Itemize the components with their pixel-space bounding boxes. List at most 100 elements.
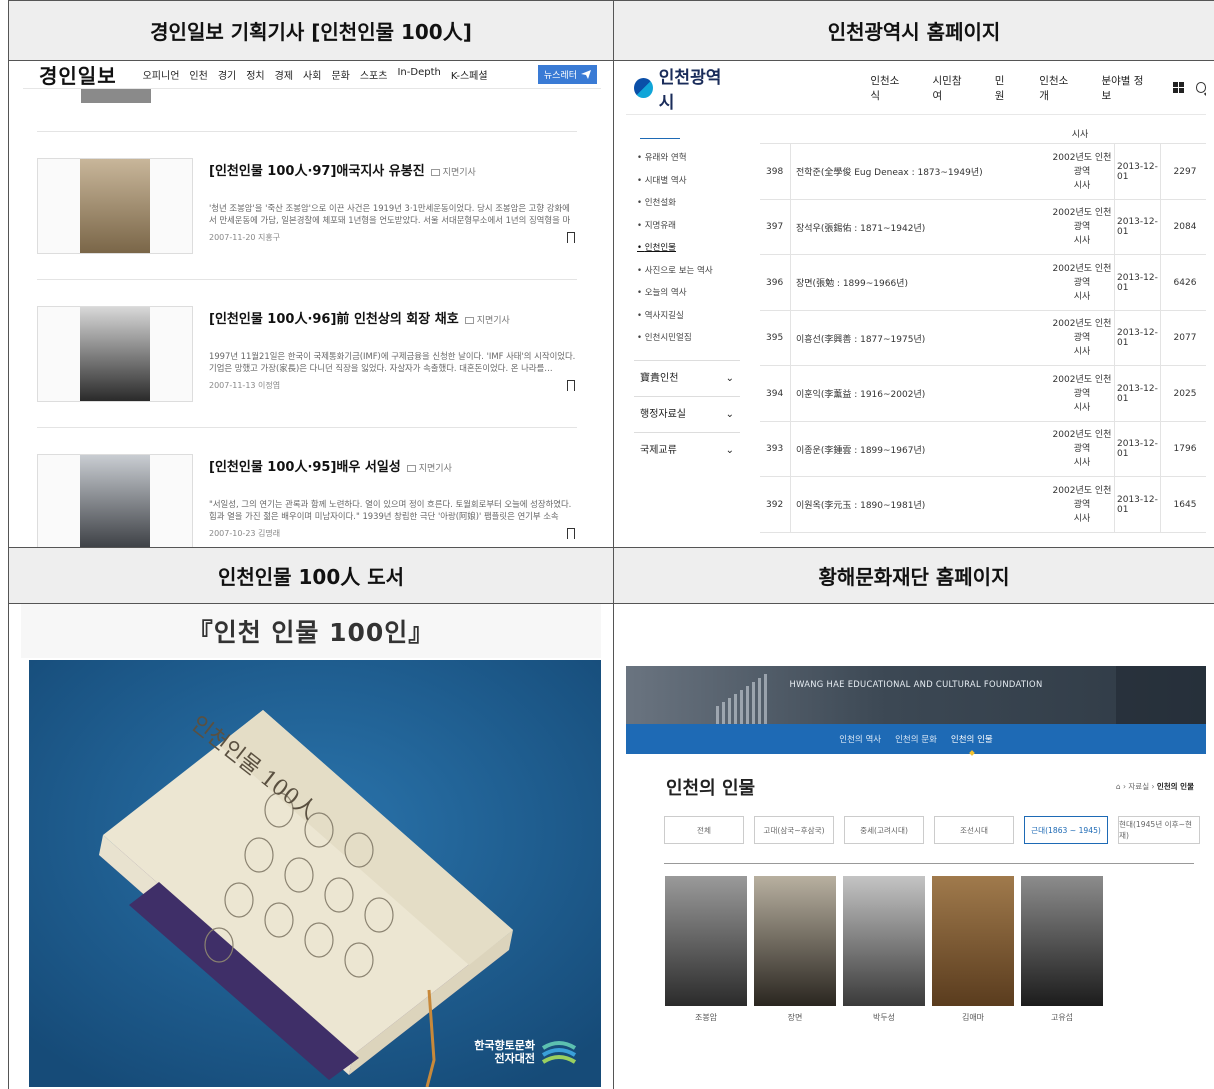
hwanghae-tabs: 인천의 역사 인천의 문화 인천의 인물 xyxy=(626,724,1206,754)
hwanghae-tab[interactable]: 인천의 인물 xyxy=(951,733,993,745)
article-thumbnail[interactable] xyxy=(37,306,193,402)
sidebar-sub-item[interactable]: • 시대별 역사 xyxy=(634,170,740,193)
breadcrumb-item[interactable]: 자료실 xyxy=(1128,782,1149,791)
table-row[interactable]: 392 이원옥(李元玉 : 1890~1981년) 2013-12-01 1645 20… xyxy=(760,477,1206,533)
kyeongin-menu-item[interactable]: 문화 xyxy=(331,67,349,82)
table-cell-name[interactable]: 이흥선(李興善 : 1877~1975년) xyxy=(796,311,1056,367)
sidebar-sub-item[interactable]: • 인천시민얼짐 xyxy=(634,327,740,350)
table-row[interactable]: 396 장면(張勉 : 1899~1966년) 2013-12-01 6426 2002… xyxy=(760,255,1206,311)
person-photo[interactable] xyxy=(843,876,925,1006)
sidebar-sub-item[interactable]: • 인천인물 xyxy=(634,237,740,260)
sidebar-section[interactable]: 국제교류 ⌄ xyxy=(634,431,740,468)
incheon-menu-item[interactable]: 시민참여 xyxy=(933,73,968,103)
bookmark-icon[interactable] xyxy=(567,232,575,243)
table-row[interactable]: 394 이훈익(李薰益 : 1916~2002년) 2013-12-01 2025 20… xyxy=(760,366,1206,422)
sidebar-sub-label: 인천시민얼짐 xyxy=(644,333,692,343)
incheon-logo[interactable]: 인천광역시 xyxy=(634,63,732,113)
table-cell-name[interactable]: 이원옥(李元玉 : 1890~1981년) xyxy=(796,477,1056,533)
dept-line: 2002년도 인천광역 xyxy=(1052,430,1112,455)
newsletter-button[interactable]: 뉴스레터 xyxy=(537,65,597,84)
banner-chart-graphic xyxy=(716,666,1206,724)
era-filter-button[interactable]: 현대(1945년 이후~현재) xyxy=(1118,816,1200,844)
era-filter-button[interactable]: 전체 xyxy=(664,816,744,844)
table-cell-number: 394 xyxy=(766,388,784,399)
table-cell-name[interactable]: 장면(張勉 : 1899~1966년) xyxy=(796,255,1056,311)
column-divider xyxy=(1114,477,1115,533)
incheon-menu-item[interactable]: 분야별 정보 xyxy=(1101,73,1148,103)
table-cell-name[interactable]: 이종운(李鍾雲 : 1899~1967년) xyxy=(796,422,1056,478)
kyeongin-menu-item[interactable]: 경기 xyxy=(218,67,236,82)
table-cell-views: 1796 xyxy=(1173,444,1197,455)
incheon-menu-item[interactable]: 인천소개 xyxy=(1039,73,1074,103)
sidebar-sub-item[interactable]: • 사진으로 보는 역사 xyxy=(634,260,740,283)
kyeongin-menu-item[interactable]: K-스페셜 xyxy=(451,67,488,82)
table-cell-name[interactable]: 이훈익(李薰益 : 1916~2002년) xyxy=(796,366,1056,422)
article-thumbnail[interactable] xyxy=(37,158,193,254)
incheon-menu-item[interactable]: 민원 xyxy=(995,73,1013,103)
person-card[interactable]: 고유섭 xyxy=(1021,876,1103,1023)
person-name[interactable]: 박두성 xyxy=(843,1012,925,1023)
article-title[interactable]: [인천인물 100人·96]前 인천상의 회장 채호 지면기사 xyxy=(209,308,510,327)
chevron-down-icon: ⌄ xyxy=(725,444,734,456)
kyeongin-menu-item[interactable]: 사회 xyxy=(303,67,321,82)
table-cell-name[interactable]: 장석우(張錫佑 : 1871~1942년) xyxy=(796,200,1056,256)
article-thumbnail[interactable] xyxy=(37,454,193,547)
table-cell-date: 2013-12-01 xyxy=(1117,383,1158,404)
person-photo[interactable] xyxy=(665,876,747,1006)
sidebar-sub-item[interactable]: • 인천설화 xyxy=(634,192,740,215)
person-card[interactable]: 김애마 xyxy=(932,876,1014,1023)
table-row[interactable]: 398 전학준(全學俊 Eug Deneax : 1873~1949년) 2013-… xyxy=(760,144,1206,200)
sidebar-sub-item[interactable]: • 지명유래 xyxy=(634,215,740,238)
kyeongin-menu-item[interactable]: 스포츠 xyxy=(360,67,388,82)
article-item[interactable]: [인천인물 100人·95]배우 서일성 지면기사 "서일성, 그의 연기는 관록과… xyxy=(37,427,577,547)
kyeongin-menu-item[interactable]: 경제 xyxy=(275,67,293,82)
incheon-city-cell: 인천광역시 인천소식 시민참여 민원 인천소개 분야별 정보 • 유래와 연혁 • 시대별… xyxy=(614,61,1214,548)
table-row[interactable]: 395 이흥선(李興善 : 1877~1975년) 2013-12-01 2077 20… xyxy=(760,310,1206,367)
article-title[interactable]: [인천인물 100人·95]배우 서일성 지면기사 xyxy=(209,456,452,475)
person-card[interactable]: 박두성 xyxy=(843,876,925,1023)
sidebar-sub-item[interactable]: • 유래와 연혁 xyxy=(634,147,740,170)
search-icon[interactable] xyxy=(1195,82,1206,93)
person-card[interactable]: 조봉암 xyxy=(665,876,747,1023)
person-name[interactable]: 장면 xyxy=(754,1012,836,1023)
column-divider xyxy=(1160,366,1161,422)
kyeongin-menu-item[interactable]: In-Depth xyxy=(397,67,440,82)
article-item[interactable]: [인천인물 100人·96]前 인천상의 회장 채호 지면기사 1997년 11월2… xyxy=(37,279,577,427)
person-name[interactable]: 김애마 xyxy=(932,1012,1014,1023)
kyeongin-menu-item[interactable]: 정치 xyxy=(246,67,264,82)
sidebar-section[interactable]: 寶貴인천 ⌄ xyxy=(634,359,740,396)
table-row[interactable]: 397 장석우(張錫佑 : 1871~1942년) 2013-12-01 2084 20… xyxy=(760,199,1206,256)
bookmark-icon[interactable] xyxy=(567,380,575,391)
person-photo[interactable] xyxy=(754,876,836,1006)
home-icon[interactable]: ⌂ xyxy=(1116,782,1121,791)
kyeongin-menu-item[interactable]: 인천 xyxy=(189,67,207,82)
hwanghae-tab[interactable]: 인천의 문화 xyxy=(895,733,937,745)
article-item[interactable]: [인천인물 100人·97]애국지사 유봉진 지면기사 '청년 조봉암'을 '죽산 … xyxy=(37,131,577,279)
kyeongin-menu-item[interactable]: 오피니언 xyxy=(143,67,180,82)
person-name[interactable]: 조봉암 xyxy=(665,1012,747,1023)
table-cell-name[interactable]: 전학준(全學俊 Eug Deneax : 1873~1949년) xyxy=(796,144,1056,200)
document-icon xyxy=(464,317,474,324)
sidebar-sub-list: • 유래와 연혁 • 시대별 역사 • 인천설화 • 지명유래 • 인천인물 • 사진으로… xyxy=(634,139,740,360)
person-card[interactable]: 장면 xyxy=(754,876,836,1023)
sidebar-section[interactable]: 행정자료실 ⌄ xyxy=(634,395,740,432)
table-row[interactable]: 393 이종운(李鍾雲 : 1899~1967년) 2013-12-01 1796 20… xyxy=(760,421,1206,478)
person-photo[interactable] xyxy=(1021,876,1103,1006)
sidebar-sub-item[interactable]: • 역사지길실 xyxy=(634,305,740,328)
bookmark-icon[interactable] xyxy=(567,528,575,539)
hwanghae-tab[interactable]: 인천의 역사 xyxy=(839,733,881,745)
era-filter: 전체 고대(삼국~후삼국) 중세(고려시대) 조선시대 근대(1863 ~ 1945) 현… xyxy=(664,816,1200,844)
dept-line: 2002년도 인천광역 xyxy=(1052,263,1112,288)
kyeongin-logo[interactable]: 경인일보 xyxy=(39,61,117,89)
article-title[interactable]: [인천인물 100人·97]애국지사 유봉진 지면기사 xyxy=(209,160,476,179)
person-photo[interactable] xyxy=(932,876,1014,1006)
sidebar-sub-item[interactable]: • 오늘의 역사 xyxy=(634,282,740,305)
era-filter-button[interactable]: 중세(고려시대) xyxy=(844,816,924,844)
incheon-menu-item[interactable]: 인천소식 xyxy=(870,73,905,103)
era-filter-button[interactable]: 근대(1863 ~ 1945) xyxy=(1024,816,1108,844)
table-cell-views: 1645 xyxy=(1173,499,1197,510)
era-filter-button[interactable]: 고대(삼국~후삼국) xyxy=(754,816,834,844)
person-name[interactable]: 고유섭 xyxy=(1021,1012,1103,1023)
era-filter-button[interactable]: 조선시대 xyxy=(934,816,1014,844)
grid-menu-icon[interactable] xyxy=(1172,82,1184,93)
